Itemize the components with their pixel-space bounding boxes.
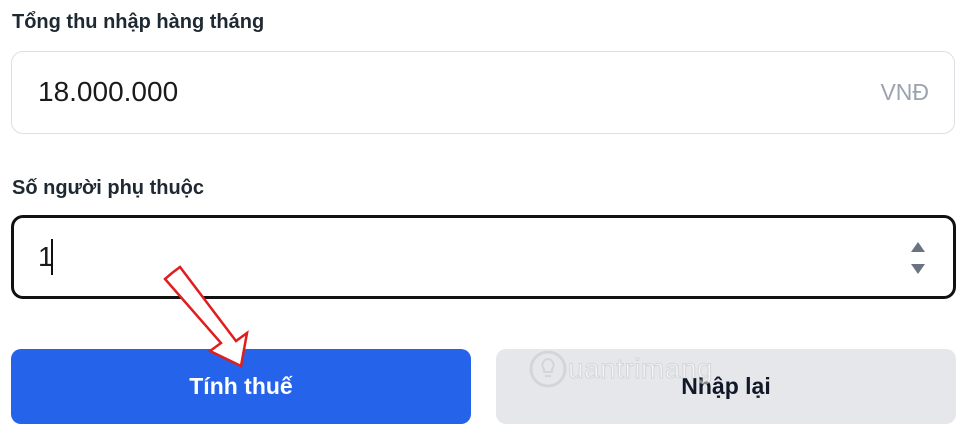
calculate-tax-button[interactable]: Tính thuế — [11, 349, 471, 424]
spin-up-icon[interactable] — [911, 242, 925, 252]
tax-calculator-form: Tổng thu nhập hàng tháng 18.000.000 VNĐ … — [0, 0, 962, 429]
currency-unit: VNĐ — [880, 79, 929, 105]
income-label: Tổng thu nhập hàng tháng — [12, 11, 265, 33]
income-value: 18.000.000 — [38, 76, 179, 107]
spin-down-icon[interactable] — [911, 264, 925, 274]
text-caret — [51, 239, 53, 275]
dependents-input[interactable]: 1 — [11, 215, 956, 299]
reset-button[interactable]: Nhập lại — [496, 349, 956, 424]
income-input[interactable]: 18.000.000 VNĐ — [11, 51, 955, 134]
number-spinner[interactable] — [911, 238, 925, 278]
dependents-label: Số người phụ thuộc — [12, 177, 205, 199]
